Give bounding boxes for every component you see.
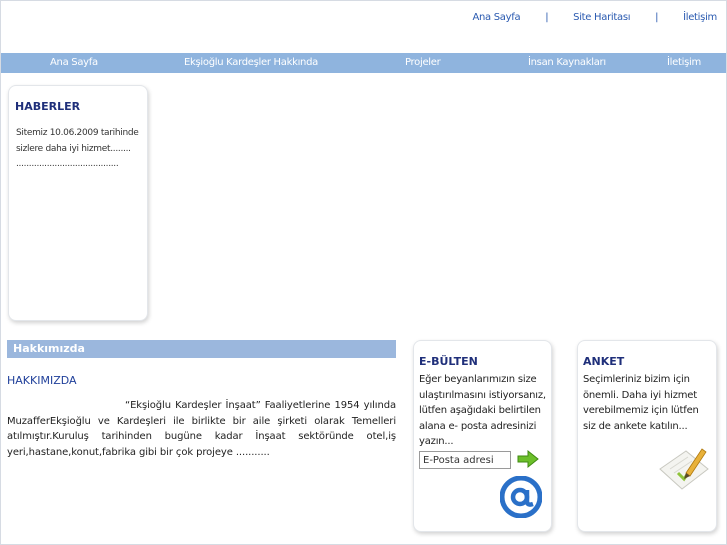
poll-box: ANKET Seçimleriniz bizim için önemli. Da… [577,340,717,532]
top-link-separator: | [655,12,659,23]
poll-title: ANKET [583,355,625,368]
top-link-sitemap[interactable]: Site Haritası [573,12,630,23]
news-line-1: Sitemiz 10.06.2009 tarihinde [16,128,139,138]
newsletter-title: E-BÜLTEN [419,355,478,368]
news-line-3: ........................................ [16,159,119,169]
email-field[interactable] [419,451,511,469]
top-links: Ana Sayfa | Site Haritası | İletişim [472,12,717,23]
news-title: HABERLER [15,100,81,113]
news-line-2: sizlere daha iyi hizmet........ [16,143,131,154]
news-item[interactable]: Sitemiz 10.06.2009 tarihinde sizlere dah… [16,126,144,173]
at-sign-icon [500,476,542,518]
poll-text: Seçimleriniz bizim için önemli. Daha iyi… [583,374,699,432]
notepad-pencil-icon[interactable] [656,443,712,493]
about-body: “Ekşioğlu Kardeşler İnşaat” Faaliyetleri… [7,398,396,460]
nav-item-hr[interactable]: İnsan Kaynakları [528,57,606,68]
news-box: HABERLER Sitemiz 10.06.2009 tarihinde si… [8,85,148,321]
about-heading: HAKKIMIZDA [7,374,77,387]
about-body-text: “Ekşioğlu Kardeşler İnşaat” Faaliyetleri… [7,400,396,458]
about-section-bar: Hakkımızda [7,340,396,358]
main-nav: Ana Sayfa Ekşioğlu Kardeşler Hakkında Pr… [1,53,726,73]
nav-item-contact[interactable]: İletişim [667,57,701,68]
about-bar-label: Hakkımızda [13,342,85,355]
top-link-separator: | [545,12,549,23]
nav-item-about[interactable]: Ekşioğlu Kardeşler Hakkında [184,57,318,68]
newsletter-text: Eğer beyanlarımızın size ulaştırılmasını… [419,374,546,447]
top-link-home[interactable]: Ana Sayfa [472,12,520,23]
green-arrow-icon[interactable] [516,449,540,469]
nav-item-projects[interactable]: Projeler [405,57,441,68]
newsletter-box: E-BÜLTEN Eğer beyanlarımızın size ulaştı… [413,340,552,532]
nav-item-home[interactable]: Ana Sayfa [50,57,98,68]
top-link-contact[interactable]: İletişim [683,12,717,23]
